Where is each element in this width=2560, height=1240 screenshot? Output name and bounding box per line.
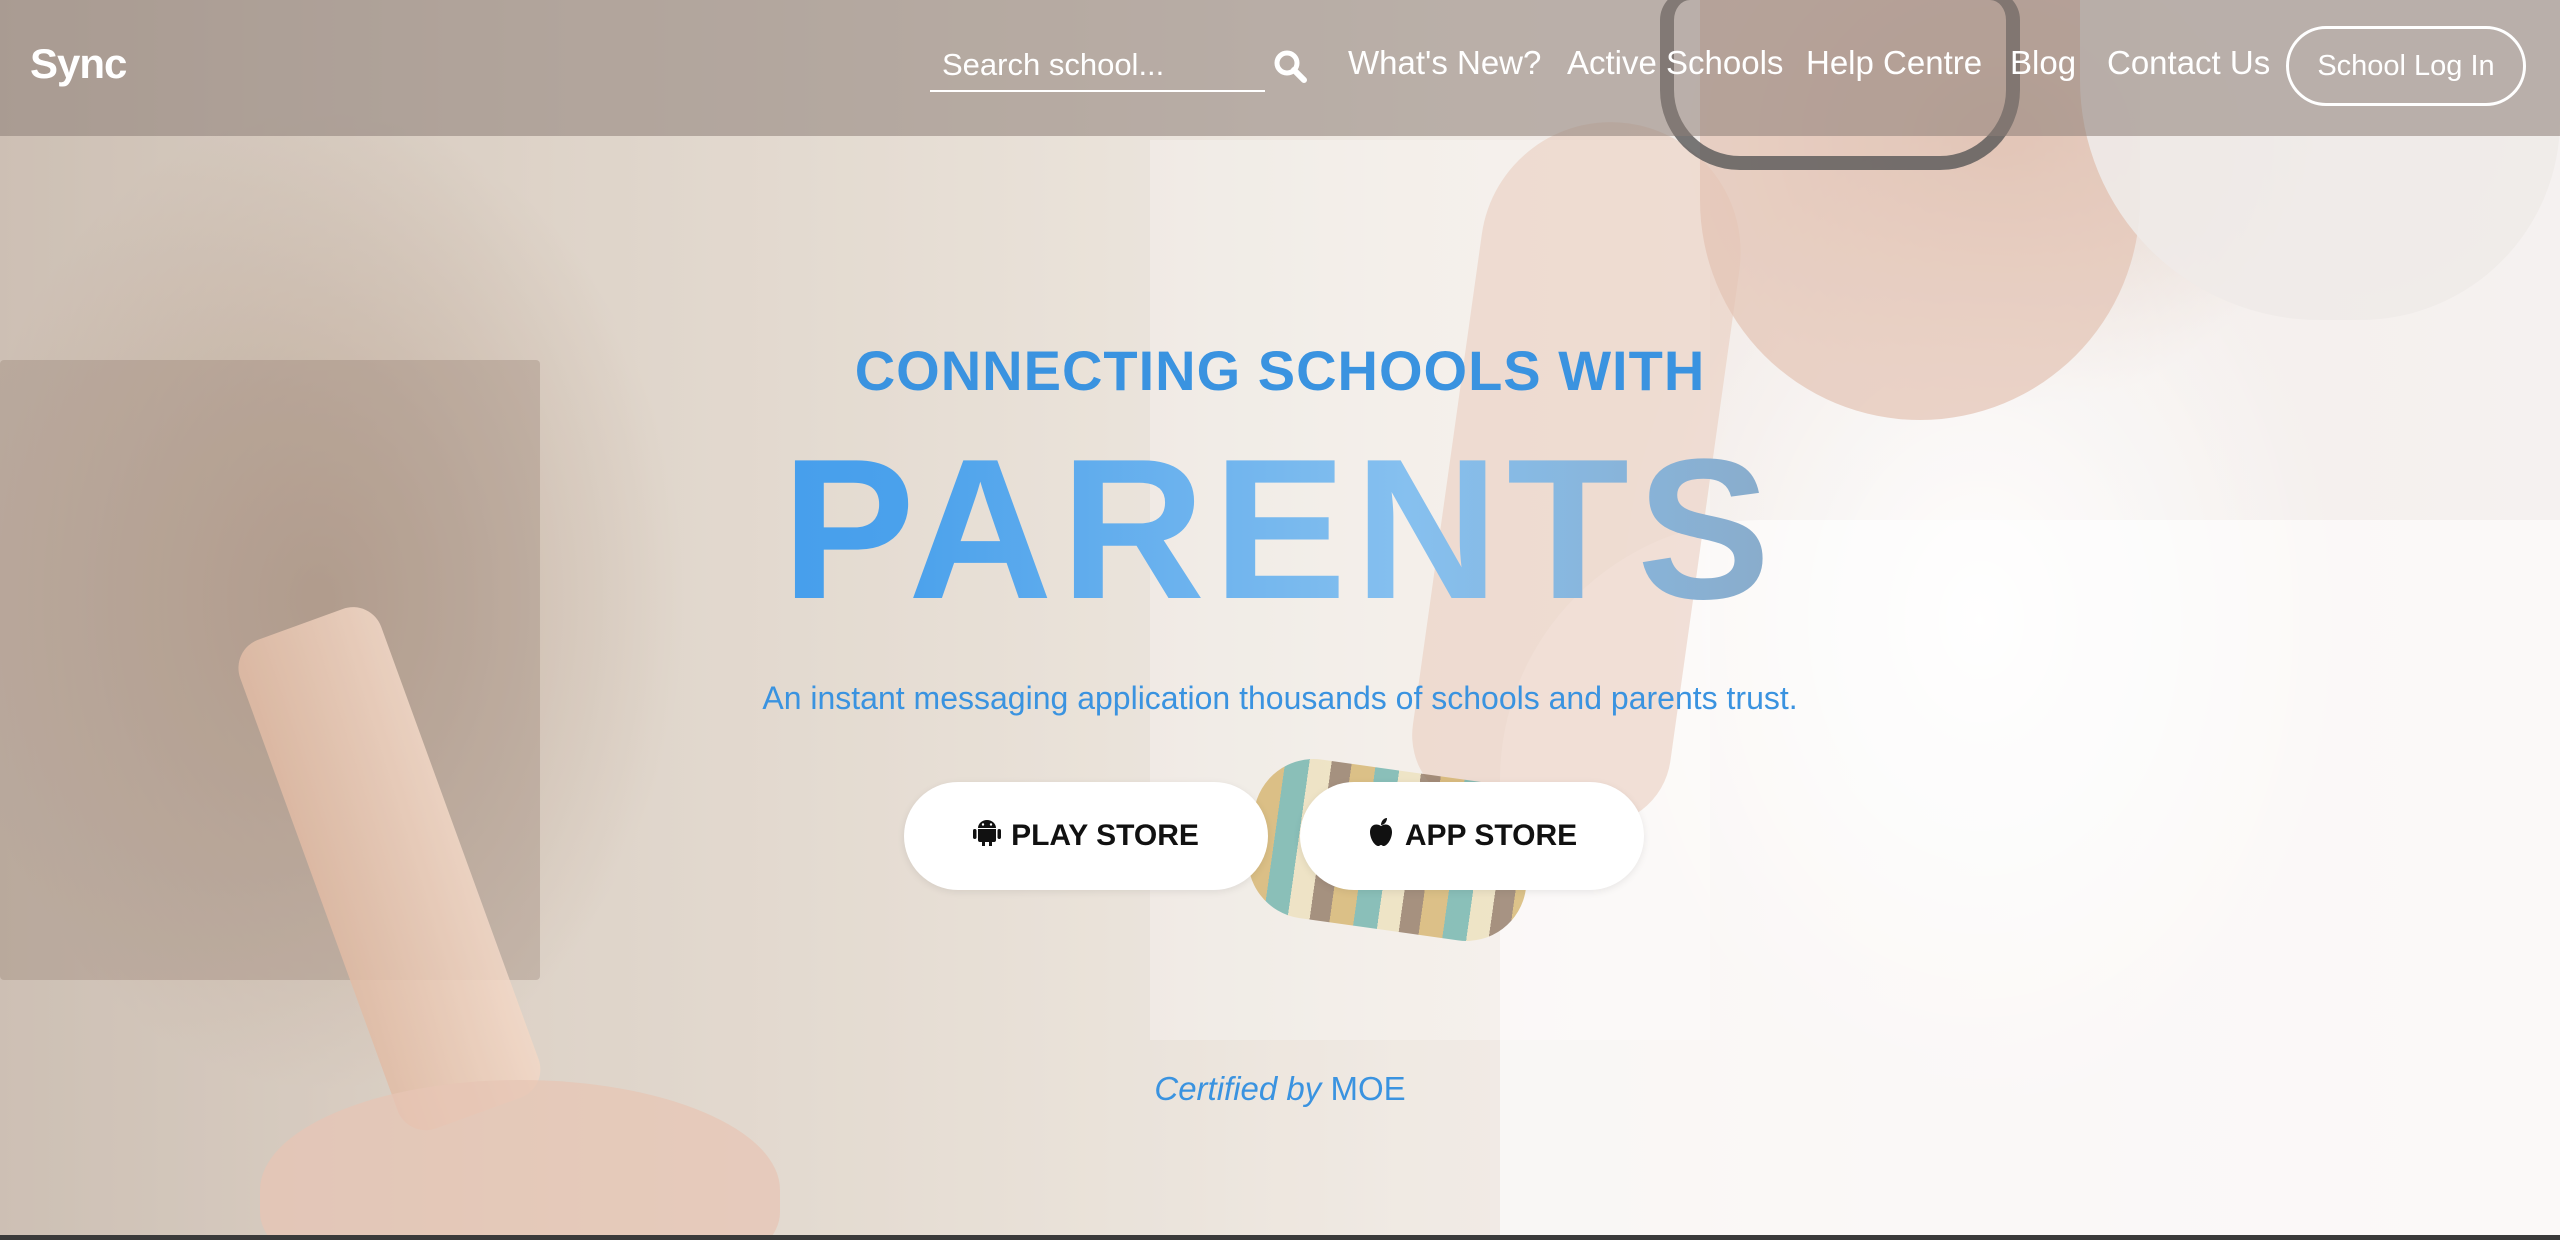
app-store-label: APP STORE xyxy=(1404,819,1578,852)
app-store-button[interactable]: APP STORE xyxy=(1300,782,1644,890)
hero-headline: PARENTS xyxy=(0,430,2560,630)
top-navbar: Sync What's New? Active Schools Help Cen… xyxy=(0,0,2560,136)
search-field xyxy=(930,40,1265,92)
school-login-button[interactable]: School Log In xyxy=(2286,26,2526,106)
nav-link-whats-new[interactable]: What's New? xyxy=(1348,44,1541,82)
window-bottom-edge xyxy=(0,1235,2560,1240)
apple-icon xyxy=(1367,817,1395,855)
play-store-label: PLAY STORE xyxy=(1011,819,1199,852)
brand-logo[interactable]: Sync xyxy=(30,40,127,88)
nav-link-active-schools[interactable]: Active Schools xyxy=(1567,44,1783,82)
search-input[interactable] xyxy=(930,41,1265,89)
nav-link-help-centre[interactable]: Help Centre xyxy=(1806,44,1982,82)
certified-org: MOE xyxy=(1330,1070,1406,1107)
hero-subtitle: An instant messaging application thousan… xyxy=(762,680,1798,716)
search-icon[interactable] xyxy=(1272,48,1308,84)
certified-prefix: Certified by xyxy=(1154,1070,1322,1107)
hero-tagline: CONNECTING SCHOOLS WITH xyxy=(854,339,1706,402)
nav-link-contact-us[interactable]: Contact Us xyxy=(2107,44,2270,82)
nav-link-blog[interactable]: Blog xyxy=(2010,44,2076,82)
certification-note: Certified by MOE xyxy=(0,1070,2560,1108)
play-store-button[interactable]: PLAY STORE xyxy=(904,782,1268,890)
android-icon xyxy=(973,817,1002,855)
hero-headline-text: PARENTS xyxy=(781,418,1779,641)
